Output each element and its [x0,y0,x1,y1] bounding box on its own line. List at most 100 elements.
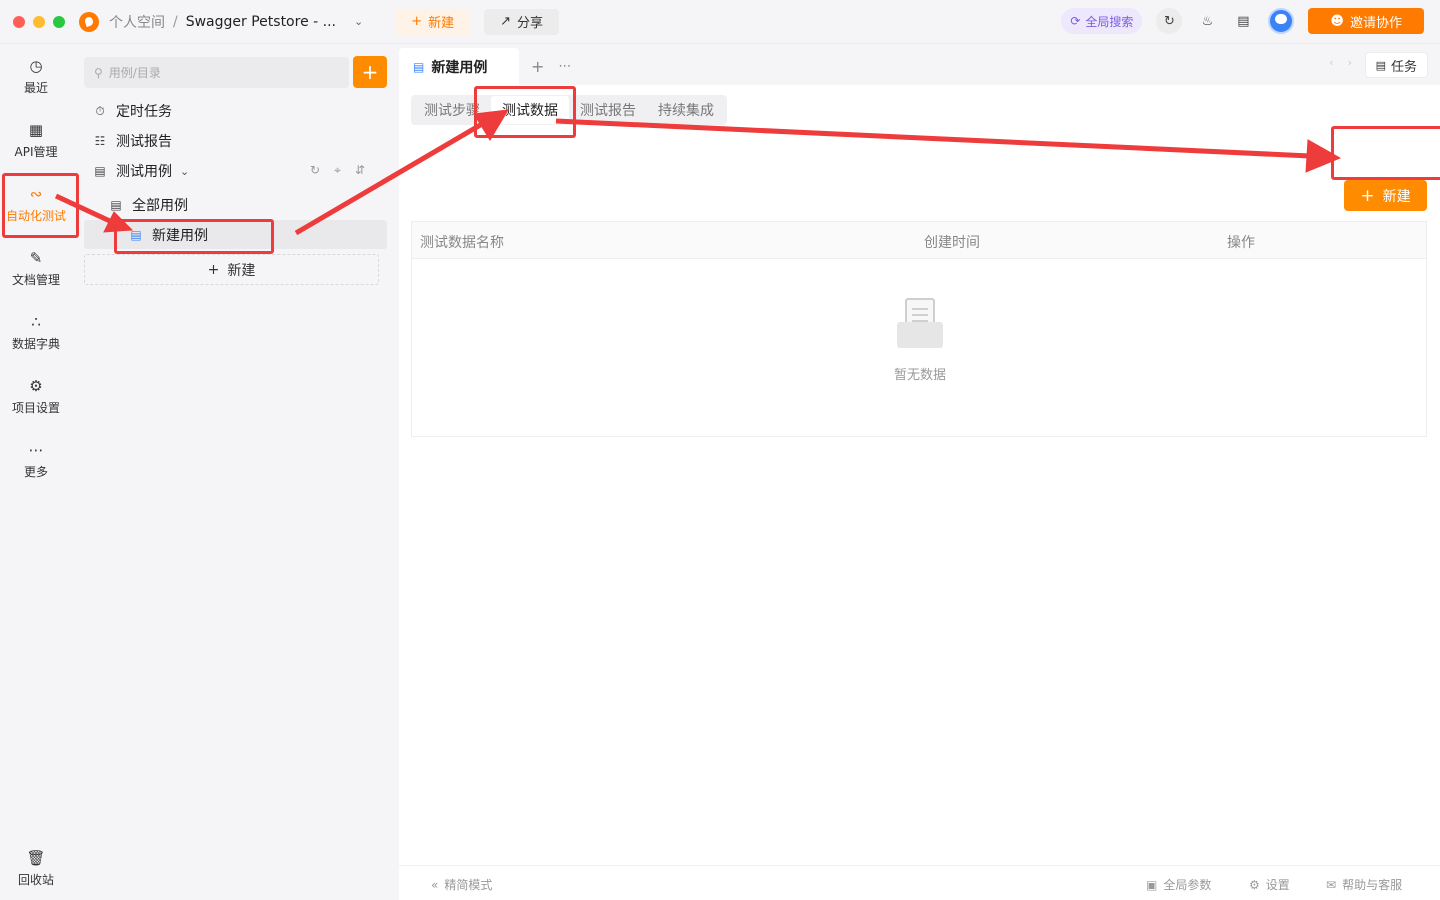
notification-button[interactable]: ♨ [1196,8,1218,34]
rail-label: 数据字典 [11,337,60,351]
refresh-icon[interactable]: ↻ [310,163,320,178]
tree-new-button[interactable]: + 新建 [84,254,379,285]
history-icon: ◷ [29,57,43,75]
rail-item-settings[interactable]: ⚙ 项目设置 [0,377,72,416]
avatar[interactable] [1268,8,1295,34]
plus-icon: + [361,60,379,84]
tree-item-reports[interactable]: ☷ 测试报告 [92,126,172,156]
api-icon: ▦ [28,121,44,139]
simple-mode-button[interactable]: « 精简模式 [431,876,492,893]
empty-inbox-icon [897,298,943,348]
help-label: 帮助与客服 [1342,878,1403,892]
more-icon: ⋯ [28,441,44,459]
search-icon: ⚲ [94,65,103,80]
title-bar: 个人空间 / Swagger Petstore - ... ⌄ + 新建 ↗ 分… [0,0,1440,44]
top-new-button[interactable]: + 新建 [395,8,471,35]
search-input[interactable] [108,65,309,80]
tab-bar: ▤ 新建用例 + ⋯ ‹ › ▤ 任务 [399,44,1440,85]
rail-item-docs[interactable]: ✎ 文档管理 [0,249,72,288]
messages-button[interactable]: ▤ [1232,8,1254,34]
rail-label: 自动化测试 [5,209,66,223]
status-footer: « 精简模式 ▣ 全局参数 ⚙ 设置 ✉ 帮助与客服 [399,865,1440,900]
chevron-right-icon[interactable]: › [1348,56,1352,69]
window-controls [13,15,65,28]
plus-icon: + [1360,185,1375,206]
folder-icon: ▤ [110,198,122,212]
task-button[interactable]: ▤ 任务 [1364,52,1428,78]
rail-label: 回收站 [17,873,54,887]
locate-icon[interactable]: ⌖ [334,163,341,178]
chevron-down-icon[interactable]: ⌄ [354,15,363,28]
main-panel: ▤ 新建用例 + ⋯ ‹ › ▤ 任务 测试步骤 测试数据 测试报告 持续集成 … [399,44,1440,900]
rail-item-more[interactable]: ⋯ 更多 [0,441,72,480]
breadcrumb-workspace[interactable]: 个人空间 [109,12,165,32]
case-icon: ▤ [94,164,106,178]
tree-item-all-cases[interactable]: ▤ 全部用例 [108,190,188,220]
rail-label: 最近 [23,81,48,95]
app-logo-icon [79,11,99,32]
chevron-left-icon[interactable]: ‹ [1329,56,1333,69]
rail-item-trash[interactable]: 🗑 回收站 [0,849,72,888]
empty-state: 暂无数据 [412,298,1428,383]
rail-item-recent[interactable]: ◷ 最近 [0,57,72,96]
new-test-data-button[interactable]: + 新建 [1344,180,1427,211]
chat-icon: ✉ [1326,877,1337,892]
breadcrumb-project[interactable]: Swagger Petstore - ... [186,14,336,30]
tree-item-scheduled[interactable]: ⏱ 定时任务 [92,96,172,126]
subtab-reports[interactable]: 测试报告 [569,96,647,124]
chevron-down-icon[interactable]: ⌄ [180,165,189,178]
rail-item-autotest[interactable]: ∾ 自动化测试 [0,185,72,224]
column-header-name: 测试数据名称 [420,235,504,251]
case-tree-sidebar: ⚲ + ⏱ 定时任务 ☷ 测试报告 ▤ 测试用例 ⌄ ↻ ⌖ ⇵ ▤ 全部用例 … [72,44,399,900]
tab-new-case[interactable]: ▤ 新建用例 [399,48,519,85]
invite-label: 邀请协作 [1349,15,1402,31]
rail-item-dictionary[interactable]: ∴ 数据字典 [0,313,72,352]
subtab-ci[interactable]: 持续集成 [647,96,725,124]
minimize-window-button[interactable] [33,15,45,28]
global-search-button[interactable]: ⟳ 全局搜索 [1061,8,1143,34]
bell-icon: ♨ [1201,13,1214,29]
more-icon: ⋯ [558,59,572,74]
tree-item-label: 测试用例 [116,164,172,180]
close-window-button[interactable] [13,15,25,28]
add-case-button[interactable]: + [353,56,387,88]
breadcrumb-separator: / [173,13,178,30]
case-icon: ▤ [413,59,425,74]
maximize-window-button[interactable] [53,15,65,28]
settings-label: 设置 [1265,878,1290,892]
clipboard-icon: ☷ [94,134,106,148]
help-button[interactable]: ✉ 帮助与客服 [1326,876,1402,893]
tree-item-new-case[interactable]: ▤ 新建用例 [128,220,208,250]
subtab-test-data[interactable]: 测试数据 [491,96,569,124]
tree-toolbar: ↻ ⌖ ⇵ [310,163,365,178]
tab-more-button[interactable]: ⋯ [558,48,571,85]
global-params-button[interactable]: ▣ 全局参数 [1146,876,1211,893]
sync-button[interactable]: ↻ [1156,8,1183,34]
global-params-label: 全局参数 [1163,878,1212,892]
document-icon: ▤ [1237,13,1250,29]
rail-label: 更多 [23,465,48,479]
empty-text: 暂无数据 [893,368,946,383]
global-search-label: 全局搜索 [1085,14,1134,29]
timer-icon: ⏱ [95,103,105,118]
add-tab-button[interactable]: + [531,48,544,85]
collapse-icon[interactable]: ⇵ [355,163,365,178]
test-data-table: 测试数据名称 创建时间 操作 暂无数据 [411,221,1427,437]
search-box[interactable]: ⚲ [84,57,349,88]
case-content: 测试步骤 测试数据 测试报告 持续集成 + 新建 测试数据名称 创建时间 操作 … [399,85,1440,865]
tree-item-label: 新建用例 [152,228,208,244]
tab-label: 新建用例 [431,59,488,76]
search-icon: ⟳ [1070,14,1081,28]
doc-edit-icon: ✎ [29,249,43,267]
tree-item-label: 测试报告 [116,134,172,150]
subtab-steps[interactable]: 测试步骤 [413,96,491,124]
share-button[interactable]: ↗ 分享 [484,8,560,35]
case-icon: ▤ [130,228,142,242]
share-icon: ↗ [500,14,512,29]
settings-button[interactable]: ⚙ 设置 [1249,876,1290,893]
rail-item-api[interactable]: ▦ API管理 [0,121,72,160]
task-label: 任务 [1390,59,1417,75]
invite-button[interactable]: ☻ 邀请协作 [1308,8,1424,34]
column-header-actions: 操作 [1227,235,1255,251]
tree-item-cases[interactable]: ▤ 测试用例 ⌄ [92,156,189,186]
